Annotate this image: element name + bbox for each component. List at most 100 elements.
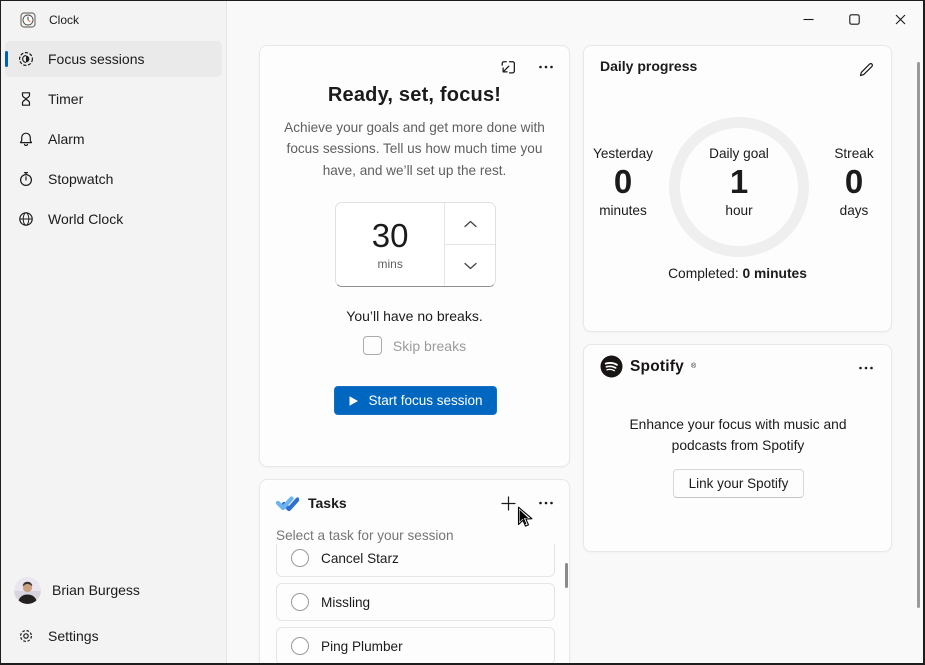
completed-summary: Completed: 0 minutes	[584, 266, 891, 281]
sidebar-item-settings[interactable]: Settings	[5, 617, 222, 655]
focus-card-title: Ready, set, focus!	[260, 84, 569, 107]
ellipsis-icon	[858, 360, 874, 376]
duration-stepper: 30 mins	[335, 202, 496, 287]
skip-breaks-row: Skip breaks	[260, 336, 569, 355]
mouse-cursor	[517, 506, 534, 530]
decrease-duration-button[interactable]	[445, 245, 495, 286]
clock-app-icon	[20, 12, 36, 28]
sidebar-bottom: Brian Burgess Settings	[5, 571, 222, 655]
window-controls	[785, 1, 923, 37]
clock-app-window: Clock Focus sessions Timer	[0, 0, 925, 665]
start-focus-session-button[interactable]: Start focus session	[334, 386, 497, 415]
sidebar-item-alarm[interactable]: Alarm	[5, 121, 222, 157]
daily-goal-value: 1	[689, 163, 789, 201]
tasks-card-title: Tasks	[308, 495, 347, 511]
task-radio[interactable]	[291, 549, 309, 567]
task-row-ping-plumber[interactable]: Ping Plumber	[276, 627, 555, 665]
minimize-button[interactable]	[785, 1, 831, 37]
chevron-down-icon	[464, 262, 477, 270]
sidebar-item-stopwatch[interactable]: Stopwatch	[5, 161, 222, 197]
popout-button[interactable]	[497, 56, 519, 78]
increase-duration-button[interactable]	[445, 203, 495, 245]
duration-value: 30	[372, 218, 409, 254]
sidebar-item-label: Alarm	[48, 131, 85, 147]
yesterday-unit: minutes	[573, 203, 673, 218]
task-label: Ping Plumber	[321, 639, 403, 654]
spotify-card-more-button[interactable]	[855, 357, 877, 379]
sidebar-nav: Focus sessions Timer Alarm	[5, 41, 222, 237]
settings-label: Settings	[48, 628, 99, 644]
maximize-icon	[849, 14, 860, 25]
spotify-brand-text: Spotify	[630, 358, 684, 376]
task-radio[interactable]	[291, 637, 309, 655]
pencil-icon	[858, 61, 875, 78]
add-task-button[interactable]	[497, 492, 519, 514]
streak-unit: days	[804, 203, 904, 218]
task-list: Cancel Starz Missling Ping Plumber	[276, 544, 555, 665]
yesterday-value: 0	[573, 163, 673, 201]
sidebar-item-focus-sessions[interactable]: Focus sessions	[5, 41, 222, 77]
skip-breaks-label: Skip breaks	[393, 338, 466, 354]
close-button[interactable]	[877, 1, 923, 37]
focus-session-card: Ready, set, focus! Achieve your goals an…	[259, 45, 570, 467]
task-label: Missling	[321, 595, 370, 610]
task-list-viewport: Cancel Starz Missling Ping Plumber	[276, 544, 555, 665]
task-radio[interactable]	[291, 593, 309, 611]
ellipsis-icon	[538, 59, 554, 75]
spotify-description: Enhance your focus with music and podcas…	[613, 415, 863, 456]
yesterday-label: Yesterday	[573, 146, 673, 161]
spotify-registered-mark: ®	[691, 363, 696, 370]
streak-label: Streak	[804, 146, 904, 161]
link-spotify-button[interactable]: Link your Spotify	[673, 469, 804, 498]
streak-stat: Streak 0 days	[804, 146, 904, 218]
sidebar-item-world-clock[interactable]: World Clock	[5, 201, 222, 237]
task-row-cancel-starz[interactable]: Cancel Starz	[276, 544, 555, 577]
task-label: Cancel Starz	[321, 551, 399, 566]
duration-value-area[interactable]: 30 mins	[336, 203, 444, 286]
chevron-up-icon	[464, 220, 477, 228]
globe-icon	[18, 211, 34, 227]
daily-goal-unit: hour	[689, 203, 789, 218]
breaks-note: You’ll have no breaks.	[260, 308, 569, 324]
app-title-row: Clock	[1, 1, 226, 39]
main-scrollbar[interactable]	[917, 62, 920, 608]
completed-value: 0 minutes	[743, 266, 807, 281]
task-row-missling[interactable]: Missling	[276, 583, 555, 621]
skip-breaks-checkbox[interactable]	[363, 336, 382, 355]
tasks-card-more-button[interactable]	[535, 492, 557, 514]
todo-logo-icon	[276, 491, 299, 514]
app-title: Clock	[49, 13, 79, 27]
link-spotify-label: Link your Spotify	[689, 476, 789, 491]
sidebar-item-timer[interactable]: Timer	[5, 81, 222, 117]
streak-value: 0	[804, 163, 904, 201]
spotify-logo-icon	[600, 355, 623, 378]
spotify-card: Spotify ® Enhance your focus with music …	[583, 344, 892, 552]
sidebar-item-label: Focus sessions	[48, 51, 144, 67]
maximize-button[interactable]	[831, 1, 877, 37]
avatar	[14, 577, 41, 604]
focus-card-description: Achieve your goals and get more done wit…	[269, 117, 561, 181]
ellipsis-icon	[538, 495, 554, 511]
hourglass-icon	[18, 91, 34, 107]
stopwatch-icon	[18, 171, 34, 187]
plus-icon	[501, 496, 516, 511]
completed-label: Completed:	[668, 266, 739, 281]
focus-sessions-icon	[18, 51, 34, 67]
close-icon	[895, 14, 906, 25]
edit-goal-button[interactable]	[855, 58, 877, 80]
sidebar: Clock Focus sessions Timer	[1, 1, 227, 663]
gear-icon	[18, 628, 34, 644]
popout-icon	[499, 58, 517, 76]
task-list-scrollbar[interactable]	[565, 563, 568, 588]
daily-goal-stat: Daily goal 1 hour	[689, 146, 789, 218]
tasks-subtitle: Select a task for your session	[276, 528, 454, 543]
daily-progress-card: Daily progress Yesterday 0 minutes Daily…	[583, 45, 892, 332]
sidebar-item-label: Stopwatch	[48, 171, 113, 187]
duration-unit: mins	[377, 257, 402, 271]
yesterday-stat: Yesterday 0 minutes	[573, 146, 673, 218]
selected-indicator	[5, 51, 8, 67]
focus-card-more-button[interactable]	[535, 56, 557, 78]
bell-icon	[18, 131, 34, 147]
daily-goal-label: Daily goal	[689, 146, 789, 161]
user-profile-item[interactable]: Brian Burgess	[5, 571, 222, 609]
